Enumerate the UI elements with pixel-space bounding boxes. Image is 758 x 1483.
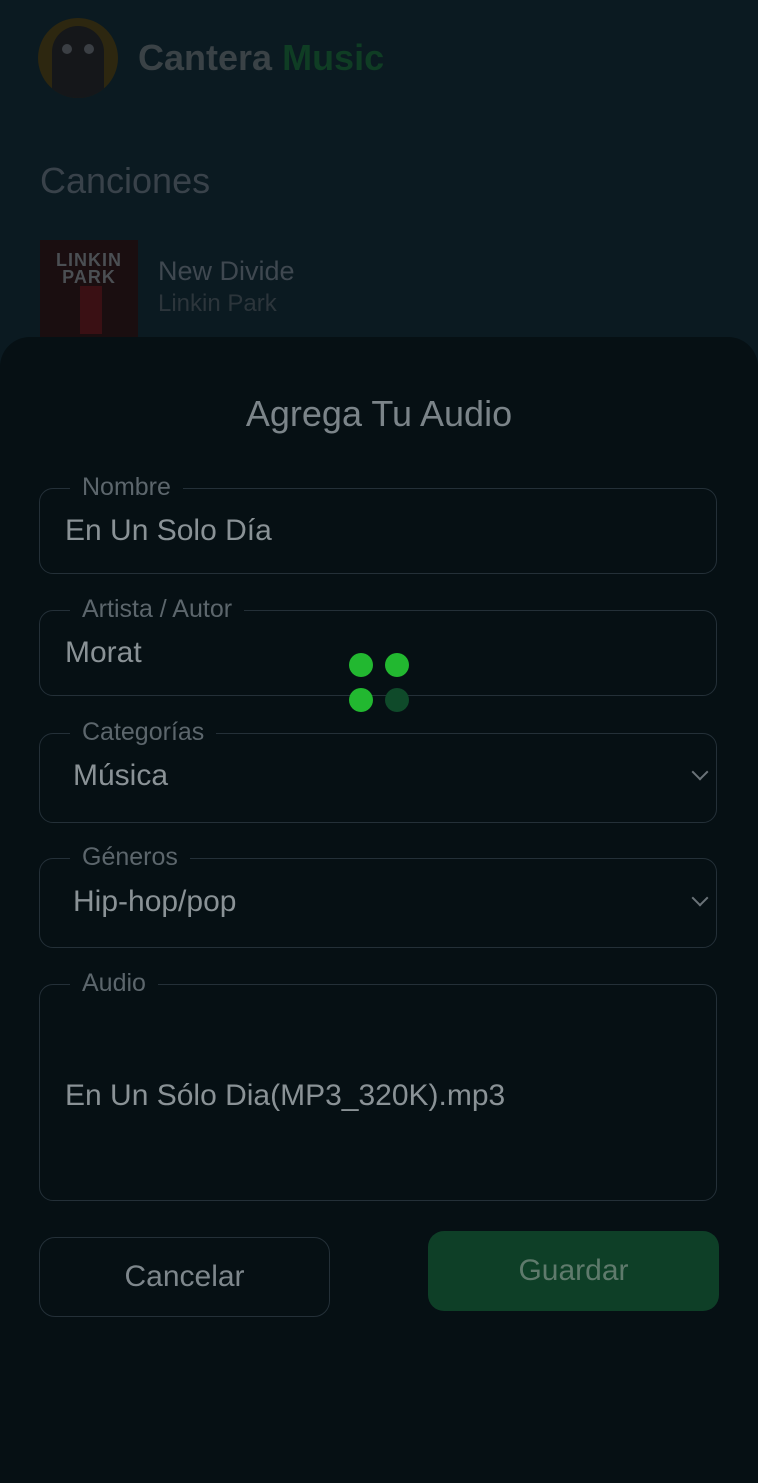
- category-select[interactable]: Categorías Música: [39, 717, 717, 823]
- brand-primary: Cantera: [138, 37, 273, 78]
- cancel-button[interactable]: Cancelar: [39, 1237, 330, 1317]
- spinner-dot: [349, 653, 373, 677]
- sheet-title: Agrega Tu Audio: [245, 393, 513, 434]
- brand-title: Cantera Music: [138, 37, 384, 79]
- genre-select[interactable]: Géneros Hip-hop/pop: [39, 842, 717, 948]
- artist-field-value[interactable]: Morat: [65, 636, 142, 670]
- name-field[interactable]: Nombre En Un Solo Día: [39, 472, 717, 574]
- chevron-down-icon[interactable]: [691, 763, 709, 781]
- audio-file-field[interactable]: Audio En Un Sólo Dia(MP3_320K).mp3: [39, 968, 717, 1201]
- name-field-value[interactable]: En Un Solo Día: [65, 514, 272, 548]
- section-title: Canciones: [40, 160, 211, 201]
- category-select-label: Categorías: [70, 717, 217, 747]
- song-row[interactable]: LINKIN PARK New Divide Linkin Park: [40, 240, 295, 338]
- album-cover: LINKIN PARK: [40, 240, 138, 338]
- album-cover-text: LINKIN PARK: [56, 250, 122, 287]
- screen: Cantera Music Canciones LINKIN PARK New …: [0, 0, 758, 1483]
- owl-icon: [38, 18, 118, 98]
- genre-select-label: Géneros: [70, 842, 190, 872]
- chevron-down-icon[interactable]: [691, 889, 709, 907]
- audio-file-name[interactable]: En Un Sólo Dia(MP3_320K).mp3: [65, 1079, 505, 1113]
- spinner-dot: [385, 688, 409, 712]
- loading-spinner-icon: [349, 653, 411, 715]
- spinner-dot: [385, 653, 409, 677]
- song-info: New Divide Linkin Park: [158, 254, 295, 320]
- spinner-dot: [349, 688, 373, 712]
- song-artist: Linkin Park: [158, 290, 277, 317]
- name-field-label: Nombre: [70, 472, 183, 502]
- add-audio-sheet: Agrega Tu Audio Nombre En Un Solo Día Ar…: [0, 337, 758, 1483]
- song-title: New Divide: [158, 256, 295, 286]
- artist-field-label: Artista / Autor: [70, 594, 245, 624]
- brand-accent: Music: [282, 37, 385, 78]
- genre-select-value[interactable]: Hip-hop/pop: [73, 885, 236, 919]
- category-select-value[interactable]: Música: [73, 759, 168, 793]
- save-button[interactable]: Guardar: [428, 1231, 719, 1311]
- audio-field-label: Audio: [70, 968, 158, 998]
- app-header: Cantera Music: [38, 18, 384, 98]
